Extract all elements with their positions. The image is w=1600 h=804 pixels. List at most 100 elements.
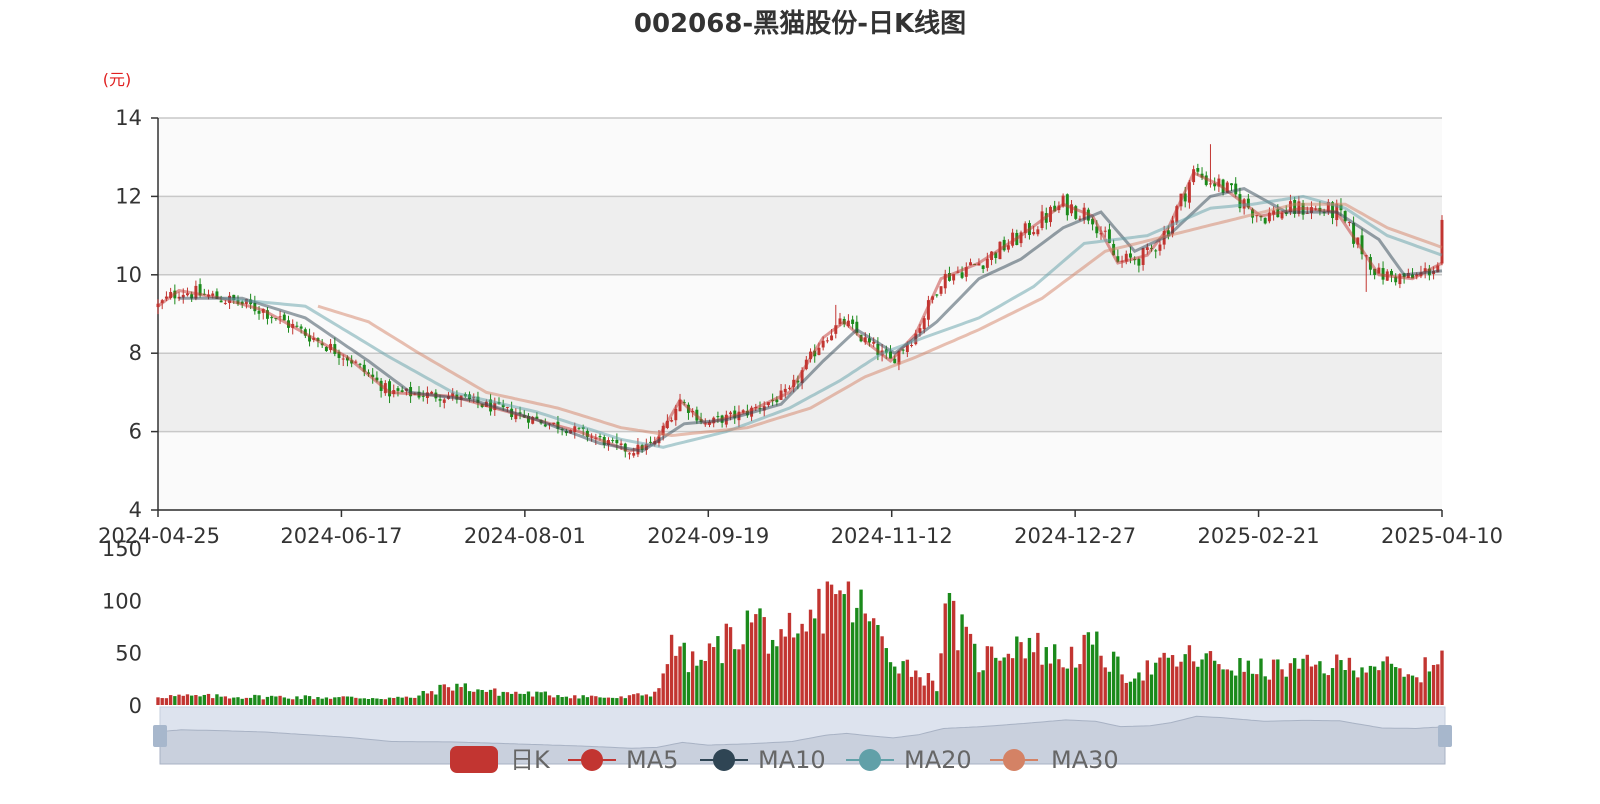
candle-body[interactable] [1398,274,1402,285]
zoom-handle-left[interactable] [153,725,167,747]
candle-body[interactable] [783,388,787,393]
volume-bar[interactable] [198,696,202,705]
candle-body[interactable] [670,420,674,422]
volume-bar[interactable] [509,693,514,705]
legend-label[interactable]: MA30 [1051,746,1119,774]
volume-bar[interactable] [648,696,653,705]
candle-body[interactable] [299,326,303,329]
volume-bar[interactable] [375,698,379,705]
volume-bar[interactable] [1267,679,1272,705]
volume-bar[interactable] [400,697,404,705]
volume-bar[interactable] [758,608,762,705]
volume-bar[interactable] [476,689,480,705]
volume-bar[interactable] [577,698,581,705]
volume-bar[interactable] [1284,676,1288,705]
volume-bar[interactable] [396,696,400,705]
volume-bar[interactable] [1162,652,1166,705]
volume-bar[interactable] [1166,657,1171,705]
volume-bar[interactable] [194,695,198,705]
volume-bar[interactable] [1074,667,1078,705]
volume-bar[interactable] [526,691,531,705]
volume-bar[interactable] [871,618,876,705]
candle-body[interactable] [598,436,602,438]
volume-bar[interactable] [1288,663,1293,705]
volume-bar[interactable] [636,693,640,705]
volume-bar[interactable] [1431,664,1436,705]
volume-bar[interactable] [1229,670,1234,705]
volume-bar[interactable] [240,698,244,705]
volume-bar[interactable] [286,698,291,705]
volume-bar[interactable] [1238,658,1242,705]
volume-bar[interactable] [1394,667,1398,705]
volume-bar[interactable] [964,626,968,705]
volume-bar[interactable] [1368,665,1373,705]
volume-bar[interactable] [1036,632,1040,705]
volume-bar[interactable] [1057,659,1061,705]
volume-bar[interactable] [808,609,813,705]
volume-bar[interactable] [1242,671,1246,705]
volume-bar[interactable] [1246,660,1251,705]
volume-bar[interactable] [720,663,724,705]
volume-bar[interactable] [783,636,787,705]
volume-bar[interactable] [1347,657,1352,705]
volume-bar[interactable] [278,695,282,705]
volume-bar[interactable] [770,639,775,705]
legend-marker-icon[interactable] [713,749,735,771]
volume-bar[interactable] [1069,646,1074,705]
candle-body[interactable] [1263,217,1267,224]
volume-bar[interactable] [867,621,872,705]
candle-body[interactable] [257,310,261,314]
candle-body[interactable] [341,358,345,360]
volume-bar[interactable] [749,622,754,705]
volume-bar[interactable] [1410,675,1415,705]
volume-bar[interactable] [530,696,535,705]
volume-bar[interactable] [640,695,644,705]
volume-bar[interactable] [434,694,438,705]
volume-bar[interactable] [745,610,750,705]
candle-body[interactable] [1196,168,1200,172]
volume-bar[interactable] [838,590,842,705]
volume-bar[interactable] [1335,654,1339,705]
volume-bar[interactable] [484,691,489,705]
volume-bar[interactable] [977,672,981,705]
volume-bar[interactable] [1175,666,1179,705]
volume-bar[interactable] [1141,680,1145,705]
volume-bar[interactable] [215,694,219,705]
volume-bar[interactable] [1095,631,1099,705]
volume-bar[interactable] [1297,668,1301,705]
volume-bar[interactable] [1322,673,1326,705]
volume-bar[interactable] [1301,658,1305,705]
volume-bar[interactable] [632,694,636,705]
volume-bar[interactable] [1217,664,1221,705]
volume-bar[interactable] [1086,632,1091,705]
volume-bar[interactable] [1318,661,1322,705]
volume-bar[interactable] [211,698,215,705]
volume-bar[interactable] [1019,642,1023,705]
candle-body[interactable] [632,453,636,456]
volume-bar[interactable] [1255,674,1259,705]
volume-bar[interactable] [661,673,665,705]
candle-body[interactable] [1440,219,1444,264]
volume-bar[interactable] [1200,659,1204,705]
volume-bar[interactable] [206,693,211,705]
volume-bar[interactable] [408,697,413,705]
volume-bar[interactable] [1292,658,1297,705]
volume-bar[interactable] [947,592,952,705]
candle-body[interactable] [716,416,720,418]
volume-bar[interactable] [387,697,392,705]
volume-bar[interactable] [1221,669,1225,705]
volume-bar[interactable] [413,697,417,705]
volume-bar[interactable] [930,680,935,705]
candle-body[interactable] [619,443,623,445]
volume-bar[interactable] [505,692,510,705]
volume-bar[interactable] [1111,651,1116,705]
volume-bar[interactable] [690,651,695,705]
candle-body[interactable] [628,453,631,455]
volume-bar[interactable] [1137,672,1141,705]
volume-bar[interactable] [1116,656,1120,705]
volume-bar[interactable] [320,698,324,705]
volume-bar[interactable] [324,697,329,705]
volume-bar[interactable] [973,643,977,705]
volume-bar[interactable] [1389,663,1394,705]
volume-bar[interactable] [855,607,859,705]
